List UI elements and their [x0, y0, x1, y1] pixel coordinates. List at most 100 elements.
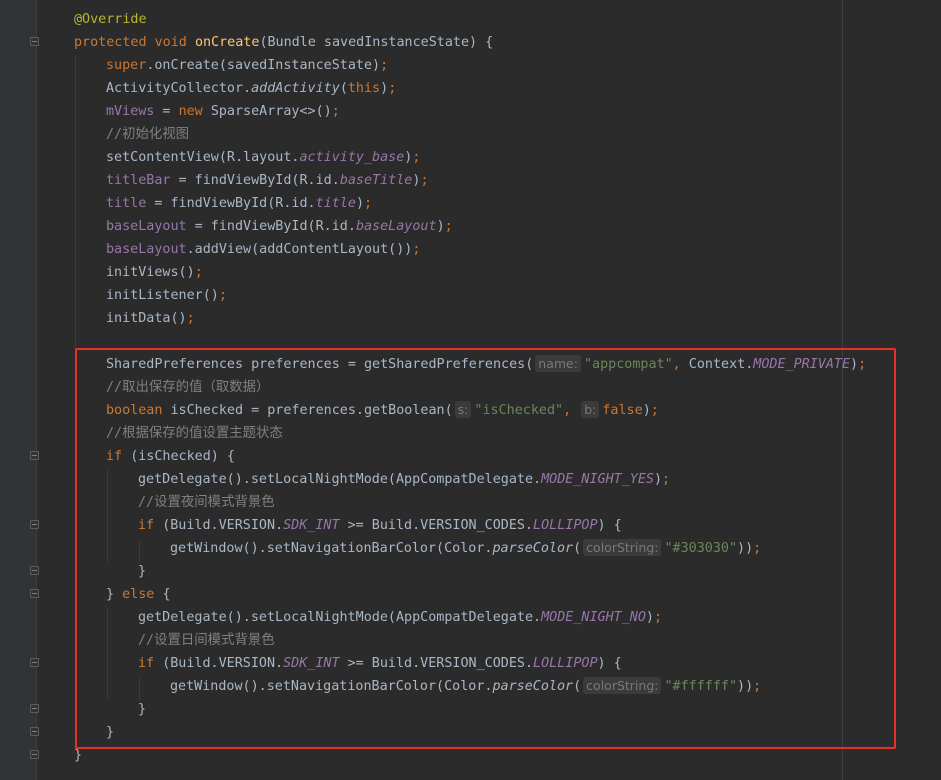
code-token: getDelegate().setLocalNightMode(AppCompa… — [138, 472, 542, 487]
code-line[interactable]: //根据保存的值设置主题状态 — [106, 422, 283, 445]
code-token: LOLLIPOP — [533, 656, 598, 671]
fold-toggle-icon[interactable] — [30, 566, 39, 575]
code-line[interactable]: setContentView(R.layout.activity_base); — [106, 146, 420, 169]
code-token: ) — [653, 472, 663, 487]
code-line[interactable]: @Override — [74, 8, 147, 31]
code-token: new — [178, 104, 211, 119]
code-token: { — [162, 587, 171, 602]
code-line[interactable]: //初始化视图 — [106, 123, 189, 146]
code-token: title — [315, 196, 356, 211]
code-line[interactable]: getDelegate().setLocalNightMode(AppCompa… — [138, 468, 670, 491]
code-token: = findViewById(R.id. — [186, 219, 356, 234]
fold-toggle-icon[interactable] — [30, 750, 39, 759]
code-token: MODE_NIGHT_YES — [541, 472, 654, 487]
code-token: title — [106, 196, 147, 211]
code-token: )) — [737, 541, 754, 556]
code-line[interactable]: getDelegate().setLocalNightMode(AppCompa… — [138, 606, 662, 629]
code-line[interactable]: } — [138, 560, 146, 583]
code-line[interactable]: initViews(); — [106, 261, 203, 284]
parameter-hint: s: — [454, 401, 472, 418]
code-token: ) — [436, 219, 445, 234]
fold-toggle-icon[interactable] — [30, 658, 39, 667]
parameter-hint: b: — [581, 401, 600, 418]
code-line[interactable]: titleBar = findViewById(R.id.baseTitle); — [106, 169, 429, 192]
code-token: getWindow().setNavigationBarColor(Color. — [170, 679, 493, 694]
code-token: ) — [355, 196, 364, 211]
code-line[interactable]: getWindow().setNavigationBarColor(Color.… — [170, 675, 761, 698]
code-token: = findViewById(R.id. — [170, 173, 340, 188]
code-token: ; — [380, 58, 389, 73]
code-token: setContentView(R.layout. — [106, 150, 300, 165]
code-token: mViews — [106, 104, 155, 119]
code-token: MODE_PRIVATE — [753, 357, 851, 372]
code-token: >= Build.VERSION_CODES. — [339, 656, 534, 671]
code-token: ) — [850, 357, 859, 372]
code-token: .addView(addContentLayout()) — [186, 242, 413, 257]
code-token: } — [106, 587, 123, 602]
code-token: baseLayout — [106, 219, 187, 234]
code-token: parseColor — [492, 541, 574, 556]
code-token: ; — [420, 173, 429, 188]
code-token: "isChecked" — [474, 403, 564, 418]
code-line[interactable]: super.onCreate(savedInstanceState); — [106, 54, 388, 77]
code-token: ; — [650, 403, 659, 418]
code-token: //取出保存的值（取数据） — [106, 380, 270, 395]
fold-toggle-icon[interactable] — [30, 37, 39, 46]
code-token: ; — [331, 104, 340, 119]
code-token: ; — [186, 311, 195, 326]
code-line[interactable]: mViews = new SparseArray<>(); — [106, 100, 340, 123]
code-line[interactable]: initData(); — [106, 307, 195, 330]
code-line[interactable]: getWindow().setNavigationBarColor(Color.… — [170, 537, 761, 560]
code-line[interactable]: if (Build.VERSION.SDK_INT >= Build.VERSI… — [138, 652, 622, 675]
code-line[interactable]: SharedPreferences preferences = getShare… — [106, 353, 866, 376]
code-token: "#ffffff" — [664, 679, 738, 694]
code-line[interactable]: } — [138, 698, 146, 721]
code-line[interactable]: } else { — [106, 583, 171, 606]
code-token: false — [602, 403, 643, 418]
code-line[interactable]: boolean isChecked = preferences.getBoole… — [106, 399, 659, 422]
code-token: ; — [653, 610, 663, 625]
indent-guide — [139, 540, 140, 562]
fold-toggle-icon[interactable] — [30, 520, 39, 529]
code-line[interactable]: initListener(); — [106, 284, 227, 307]
code-line[interactable]: } — [106, 721, 114, 744]
parameter-hint: colorString: — [583, 677, 662, 694]
code-token: = — [154, 104, 179, 119]
code-token: activity_base — [299, 150, 405, 165]
code-editor[interactable]: @Override protected void onCreate(Bundle … — [0, 0, 941, 780]
code-line[interactable]: title = findViewById(R.id.title); — [106, 192, 372, 215]
code-token: ; — [218, 288, 227, 303]
code-line[interactable]: //设置夜间模式背景色 — [138, 491, 275, 514]
code-token: ) — [645, 610, 654, 625]
code-token: if — [138, 518, 163, 533]
code-token: parseColor — [492, 679, 574, 694]
code-token: , — [672, 357, 689, 372]
code-line[interactable]: baseLayout = findViewById(R.id.baseLayou… — [106, 215, 453, 238]
fold-toggle-icon[interactable] — [30, 451, 39, 460]
code-token: (Bundle savedInstanceState) { — [259, 35, 494, 50]
code-token: ) { — [597, 656, 622, 671]
code-token: initListener() — [106, 288, 219, 303]
code-line[interactable]: baseLayout.addView(addContentLayout()); — [106, 238, 420, 261]
code-line[interactable]: //设置日间模式背景色 — [138, 629, 275, 652]
parameter-hint: name: — [535, 355, 581, 372]
fold-toggle-icon[interactable] — [30, 727, 39, 736]
code-token: this — [347, 81, 381, 96]
code-line[interactable]: ActivityCollector.addActivity(this); — [106, 77, 396, 100]
indent-guide — [107, 608, 108, 700]
code-line[interactable]: } — [74, 744, 82, 767]
code-token: ) { — [597, 518, 622, 533]
code-line[interactable]: //取出保存的值（取数据） — [106, 376, 269, 399]
code-token: //初始化视图 — [106, 127, 190, 142]
code-token: = findViewById(R.id. — [146, 196, 316, 211]
code-token: ) — [642, 403, 651, 418]
code-token: ; — [753, 679, 762, 694]
code-line[interactable]: protected void onCreate(Bundle savedInst… — [74, 31, 493, 54]
code-token: isChecked = preferences.getBoolean( — [170, 403, 453, 418]
code-line[interactable]: if (isChecked) { — [106, 445, 235, 468]
code-line[interactable]: if (Build.VERSION.SDK_INT >= Build.VERSI… — [138, 514, 622, 537]
fold-toggle-icon[interactable] — [30, 704, 39, 713]
code-token: initViews() — [106, 265, 195, 280]
fold-toggle-icon[interactable] — [30, 589, 39, 598]
code-token: if — [106, 449, 131, 464]
